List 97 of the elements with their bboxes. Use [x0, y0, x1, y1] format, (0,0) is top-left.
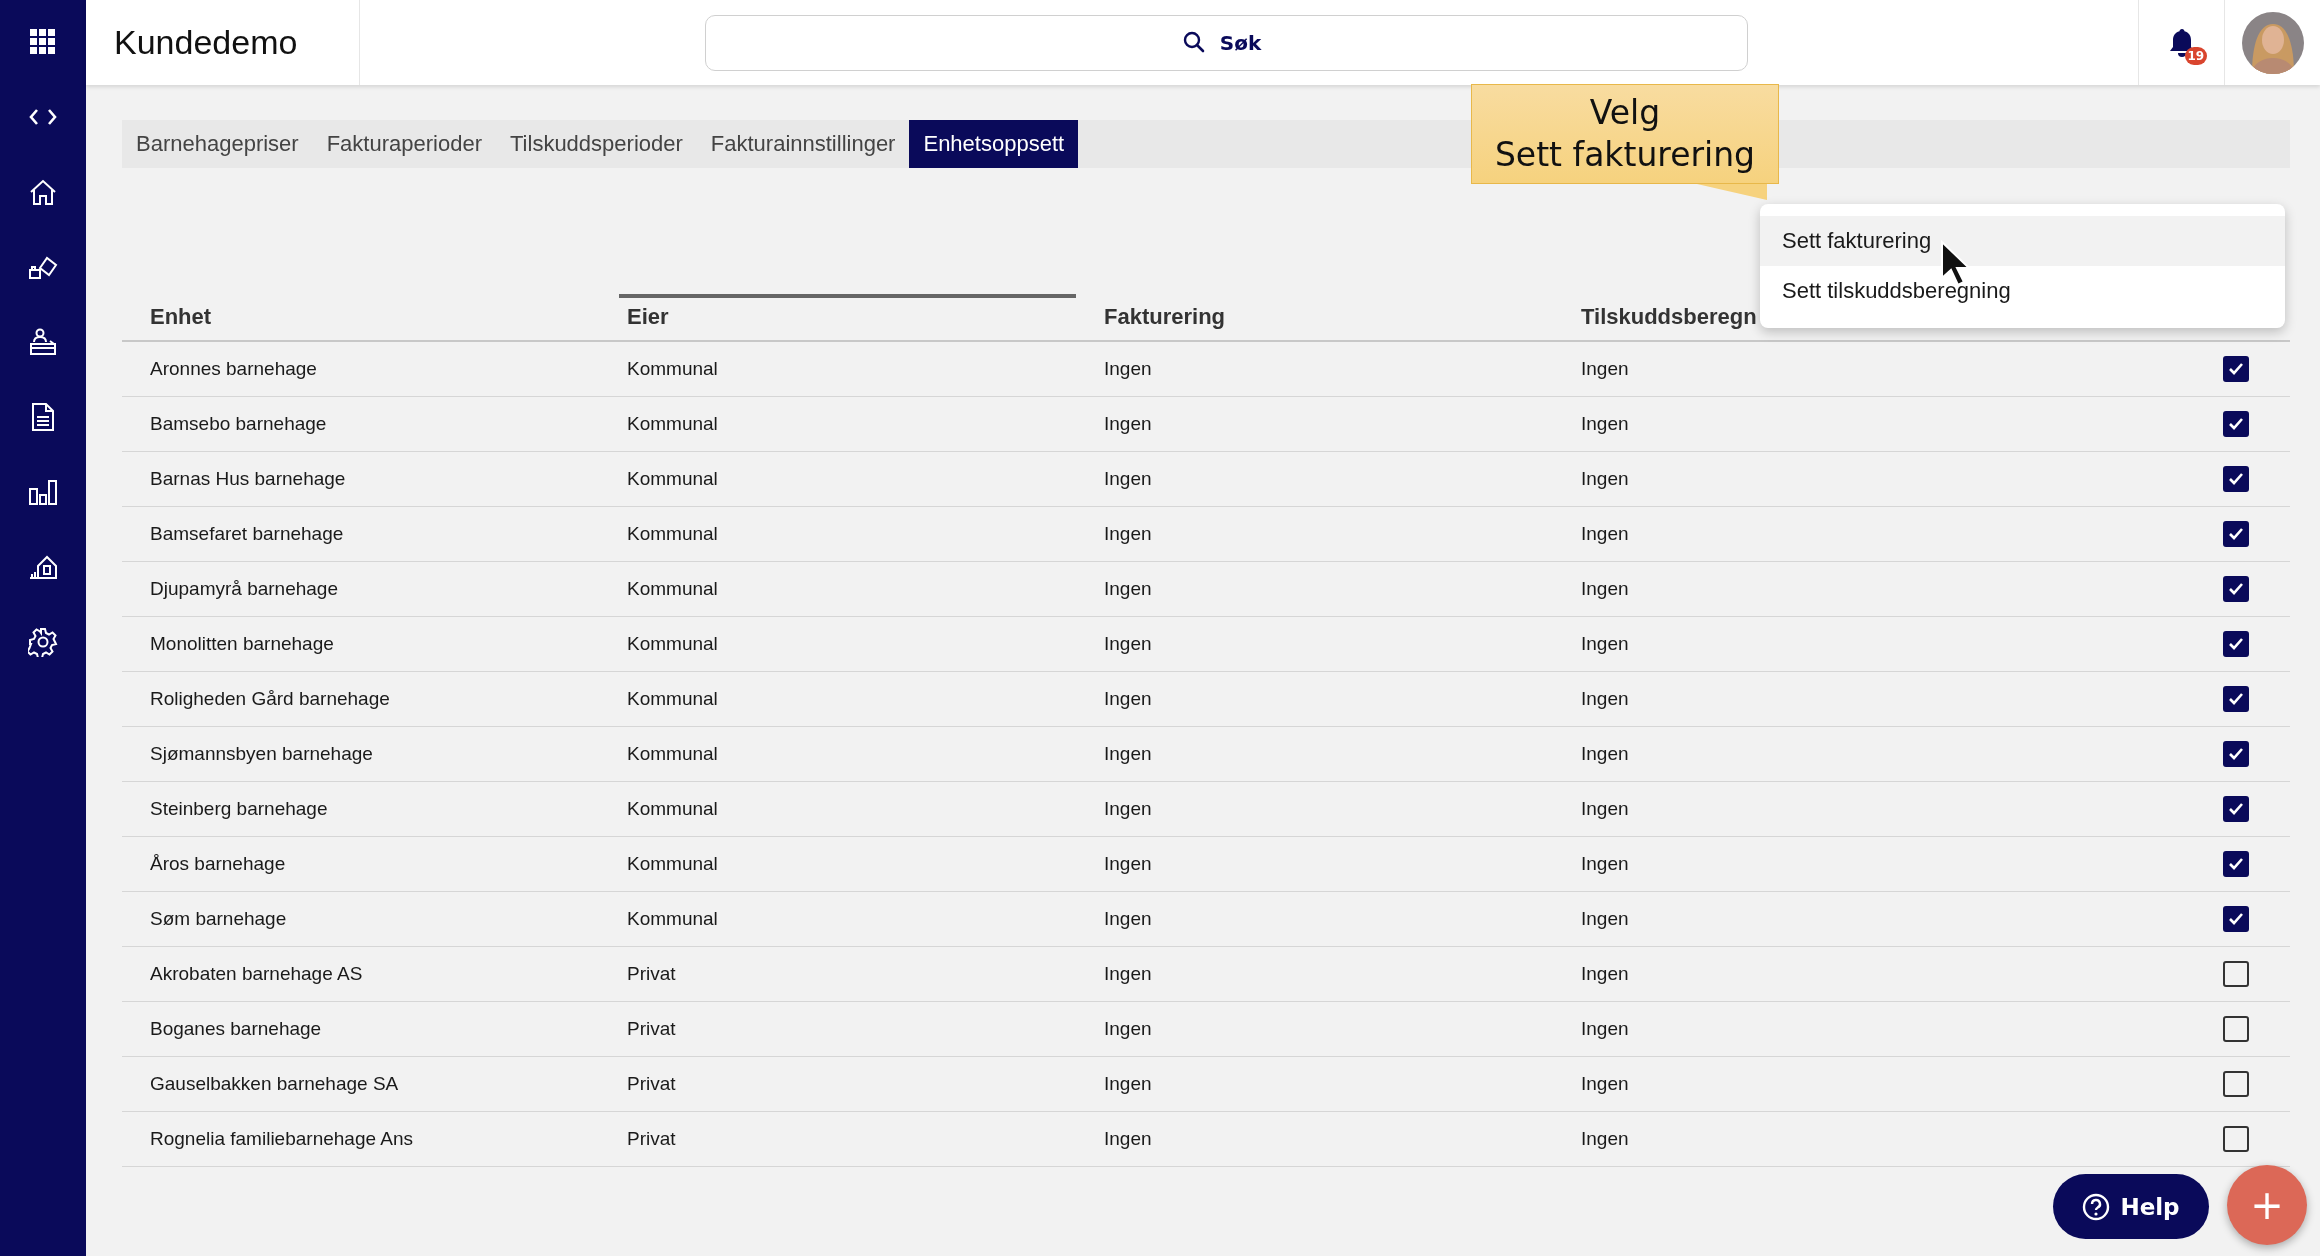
table-cell-text: Ingen [1103, 412, 1153, 436]
column-header[interactable]: Fakturering [1076, 294, 1553, 340]
table-cell-text: Ingen [1103, 1017, 1153, 1041]
table-cell-text: Ingen [1580, 1127, 1630, 1151]
table-cell-text: Ingen [1580, 522, 1630, 546]
home-icon[interactable] [28, 177, 58, 207]
table-cell-text: Bamsefaret barnehage [149, 522, 345, 546]
bar-chart-icon[interactable] [28, 477, 58, 507]
table-cell-text: Ingen [1103, 1127, 1153, 1151]
tab[interactable]: Enhetsoppsett [909, 120, 1079, 168]
tab[interactable]: Fakturaperioder [312, 120, 496, 168]
table-cell-text: Ingen [1580, 852, 1630, 876]
table-cell-text: Kommunal [626, 467, 719, 491]
tab[interactable]: Barnehagepriser [122, 120, 313, 168]
table-cell-text: Akrobaten barnehage AS [149, 962, 364, 986]
table-cell-text: Privat [626, 1017, 677, 1041]
table-cell-text: Roligheden Gård barnehage [149, 687, 391, 711]
checkbox[interactable] [2223, 521, 2249, 547]
table-cell-text: Kommunal [626, 907, 719, 931]
checkbox[interactable] [2223, 796, 2249, 822]
checkbox[interactable] [2223, 356, 2249, 382]
app-title: Kundedemo [114, 23, 298, 62]
search-field[interactable]: Søk [705, 14, 1748, 71]
table-cell-text: Ingen [1580, 907, 1630, 931]
grid-icon[interactable] [28, 27, 58, 57]
table-cell-text: Kommunal [626, 412, 719, 436]
table-cell-text: Rognelia familiebarnehage Ans [149, 1127, 414, 1151]
checkbox[interactable] [2223, 1126, 2249, 1152]
checkbox[interactable] [2223, 631, 2249, 657]
table-cell-text: Ingen [1103, 742, 1153, 766]
column-header[interactable]: Enhet [122, 294, 599, 340]
table-cell-text: Ingen [1580, 577, 1630, 601]
table-cell-text: Søm barnehage [149, 907, 288, 931]
table-cell-text: Monolitten barnehage [149, 632, 335, 656]
table-cell-text: Ingen [1103, 1072, 1153, 1096]
desk-icon[interactable] [28, 327, 58, 357]
checkbox[interactable] [2223, 961, 2249, 987]
table-cell-text: Ingen [1580, 412, 1630, 436]
checkbox[interactable] [2223, 741, 2249, 767]
table-cell-text: Ingen [1580, 357, 1630, 381]
table-cell-text: Ingen [1580, 742, 1630, 766]
table-cell-text: Bamsebo barnehage [149, 412, 328, 436]
table-cell-text: Boganes barnehage [149, 1017, 323, 1041]
table-cell-text: Ingen [1580, 1017, 1630, 1041]
table-cell-text: Ingen [1103, 852, 1153, 876]
table-cell-text: Ingen [1103, 907, 1153, 931]
table-cell-text: Kommunal [626, 797, 719, 821]
table-cell-text: Sjømannsbyen barnehage [149, 742, 374, 766]
table-cell-text: Ingen [1580, 962, 1630, 986]
table-cell-text: Ingen [1103, 357, 1153, 381]
notification-count: 19 [2184, 46, 2208, 65]
table-cell-text: Kommunal [626, 687, 719, 711]
tab[interactable]: Fakturainnstillinger [696, 120, 910, 168]
table-cell-text: Barnas Hus barnehage [149, 467, 347, 491]
table-cell-text: Ingen [1580, 797, 1630, 821]
table-cell-text: Kommunal [626, 577, 719, 601]
table-cell-text: Ingen [1103, 687, 1153, 711]
table-cell-text: Privat [626, 1072, 677, 1096]
table-cell-text: Kommunal [626, 742, 719, 766]
menu-item[interactable]: Sett fakturering [1760, 216, 2285, 266]
search-icon [1182, 30, 1205, 53]
table-cell-text: Ingen [1103, 797, 1153, 821]
tab[interactable]: Tilskuddsperioder [496, 120, 697, 168]
table-cell-text: Ingen [1580, 1072, 1630, 1096]
checkbox[interactable] [2223, 906, 2249, 932]
tooltip: Velg Sett fakturering [1471, 84, 1779, 184]
checkbox[interactable] [2223, 1071, 2249, 1097]
table-cell-text: Ingen [1580, 467, 1630, 491]
table-cell-text: Djupamyrå barnehage [149, 577, 339, 601]
checkbox[interactable] [2223, 576, 2249, 602]
table-cell-text: Aronnes barnehage [149, 357, 318, 381]
table-cell-text: Gauselbakken barnehage SA [149, 1072, 400, 1096]
table-cell-text: Steinberg barnehage [149, 797, 329, 821]
table-cell-text: Ingen [1580, 687, 1630, 711]
table-cell-text: Ingen [1103, 632, 1153, 656]
checkbox[interactable] [2223, 411, 2249, 437]
menu-item[interactable]: Sett tilskuddsberegning [1760, 266, 2285, 316]
table-cell-text: Ingen [1103, 962, 1153, 986]
checkbox[interactable] [2223, 686, 2249, 712]
table-cell-text: Åros barnehage [149, 852, 287, 876]
table-cell-text: Kommunal [626, 357, 719, 381]
table-cell-text: Ingen [1103, 522, 1153, 546]
table-cell-text: Ingen [1580, 632, 1630, 656]
settings-icon[interactable] [28, 627, 58, 657]
table-cell-text: Ingen [1103, 577, 1153, 601]
table-cell-text: Privat [626, 962, 677, 986]
checkbox[interactable] [2223, 466, 2249, 492]
checkbox[interactable] [2223, 851, 2249, 877]
help-icon [2082, 1192, 2111, 1221]
help-button[interactable]: Help [2053, 1174, 2209, 1239]
column-header[interactable]: Eier [619, 294, 1076, 340]
table-cell-text: Kommunal [626, 632, 719, 656]
table-cell-text: Kommunal [626, 852, 719, 876]
table-cell-text: Privat [626, 1127, 677, 1151]
checkbox[interactable] [2223, 1016, 2249, 1042]
table-cell-text: Kommunal [626, 522, 719, 546]
table-cell-text: Ingen [1103, 467, 1153, 491]
